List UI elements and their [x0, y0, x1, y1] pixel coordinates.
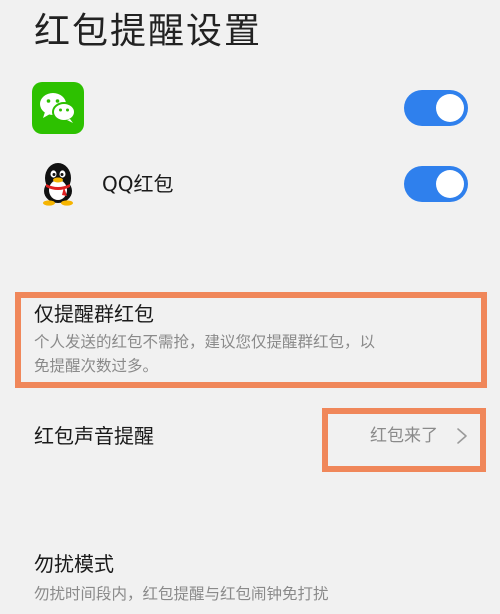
group-only-title: 仅提醒群红包 — [34, 302, 154, 326]
sound-value: 红包来了 — [370, 426, 438, 446]
qq-toggle[interactable] — [404, 166, 468, 202]
wechat-icon — [32, 82, 84, 134]
qq-penguin-icon — [36, 160, 80, 206]
wechat-toggle[interactable] — [404, 90, 468, 126]
page-title: 红包提醒设置 — [34, 11, 263, 52]
group-only-description: 个人发送的红包不需抢，建议您仅提醒群红包，以免提醒次数过多。 — [34, 333, 376, 375]
toggle-knob — [436, 94, 464, 122]
toggle-knob — [436, 170, 464, 198]
dnd-description: 勿扰时间段内，红包提醒与红包闹钟免打扰 — [34, 585, 329, 603]
chevron-right-icon — [454, 427, 470, 445]
dnd-title: 勿扰模式 — [34, 552, 114, 576]
app-label-qq: QQ红包 — [102, 172, 174, 196]
sound-title: 红包声音提醒 — [34, 424, 154, 448]
